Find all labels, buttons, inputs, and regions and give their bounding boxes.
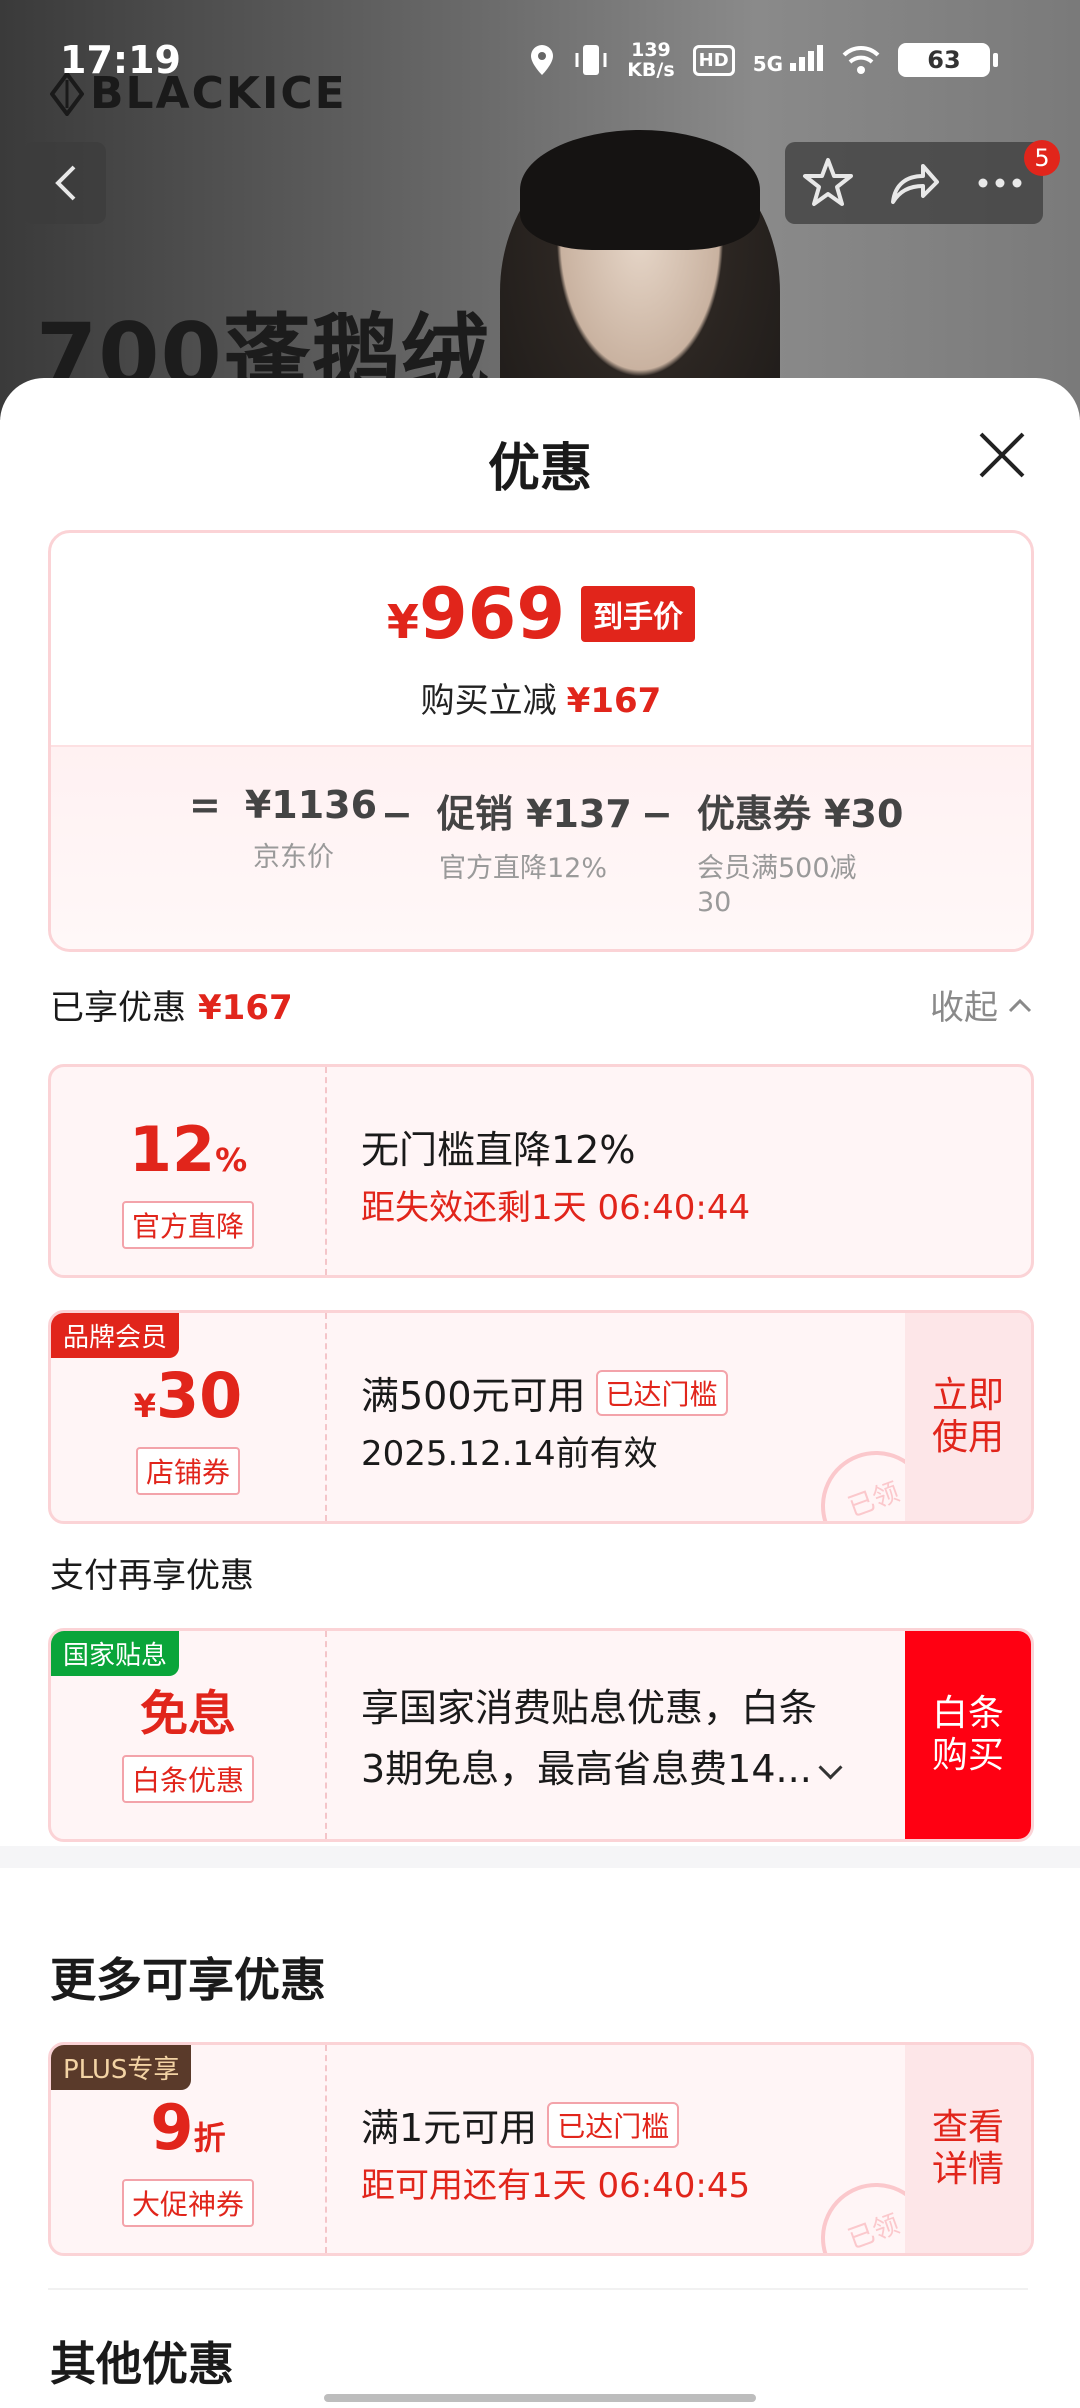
coupon-title: 享国家消费贴息优惠，白条	[361, 1686, 818, 1730]
coupon-type-label: 白条优惠	[121, 1755, 254, 1803]
coupon-store: 品牌会员 ¥30 店铺券 满500元可用 已达门槛 2025.12.14前有效 已…	[48, 1310, 1034, 1524]
final-price-row: ¥969 到手价	[51, 573, 1031, 655]
coupon-value: ¥30	[133, 1359, 243, 1432]
sheet-title: 优惠	[487, 439, 592, 499]
coupon-baitiao: 国家贴息 免息 白条优惠 享国家消费贴息优惠，白条 3期免息，最高省息费14..…	[48, 1628, 1034, 1842]
coupon-official-discount: 12% 官方直降 无门槛直降12% 距失效还剩1天 06:40:44	[48, 1064, 1034, 1278]
status-time: 17:19	[60, 38, 181, 82]
net-speed: 139 KB/s	[627, 39, 675, 81]
calc-jd-price: = ¥1136 京东价	[189, 783, 378, 873]
enjoyed-header: 已享优惠 ¥167	[50, 988, 293, 1028]
coupon-plus: PLUS专享 9折 大促神券 满1元可用 已达门槛 距可用还有1天 06:40:4…	[48, 2042, 1034, 2256]
more-icon[interactable]	[973, 156, 1027, 210]
threshold-badge: 已达门槛	[547, 2101, 680, 2148]
pay-section-title: 支付再享优惠	[50, 1556, 254, 1596]
signal-icon	[790, 44, 823, 71]
chevron-down-icon	[818, 1755, 843, 1780]
battery-indicator: 63	[898, 43, 998, 77]
price-summary-card: ¥969 到手价 购买立减 ¥167 = ¥1136 京东价 − 促销 ¥137 官方…	[48, 530, 1034, 952]
coupon-title: 满1元可用 已达门槛	[361, 2097, 921, 2152]
view-details-button[interactable]: 查看详情	[905, 2045, 1031, 2253]
location-icon	[531, 45, 554, 75]
divider	[48, 2288, 1028, 2290]
coupon-value: 9折	[150, 2091, 226, 2164]
chevron-left-icon	[55, 165, 76, 201]
hd-icon: HD	[692, 44, 735, 76]
discount-sheet: 优惠 ¥969 到手价 购买立减 ¥167 = ¥1136 京东价 − 促销 ¥137…	[0, 378, 1080, 2408]
star-icon[interactable]	[801, 156, 855, 210]
calc-coupon: − 优惠券 ¥30 会员满500减30	[641, 792, 904, 918]
network-type: 5G	[753, 44, 824, 76]
coupon-type-label: 大促神券	[121, 2179, 254, 2227]
coupon-title: 无门槛直降12%	[361, 1128, 636, 1172]
chevron-up-icon	[1008, 998, 1032, 1012]
final-price: ¥969	[386, 573, 566, 655]
wifi-icon	[842, 45, 880, 74]
coupon-value: 免息	[139, 1686, 236, 1742]
home-indicator[interactable]	[324, 2394, 756, 2402]
coupon-type-label: 店铺券	[135, 1447, 240, 1495]
use-now-button[interactable]: 立即使用	[905, 1313, 1031, 1521]
model-hair	[520, 130, 760, 250]
baitiao-buy-button[interactable]: 白条购买	[905, 1631, 1031, 1839]
collapse-toggle[interactable]: 收起	[930, 980, 1032, 1029]
more-section-title: 更多可享优惠	[50, 1953, 326, 2007]
section-divider	[0, 1846, 1080, 1868]
top-action-group	[785, 142, 1043, 224]
reduce-row: 购买立减 ¥167	[420, 681, 662, 721]
calc-promotion: − 促销 ¥137 官方直降12%	[381, 792, 632, 884]
back-button[interactable]	[24, 142, 106, 224]
share-icon[interactable]	[887, 156, 941, 210]
coupon-title: 满500元可用 已达门槛	[361, 1365, 921, 1420]
coupon-desc[interactable]: 3期免息，最高省息费14...	[361, 1738, 921, 1793]
vibrate-icon	[575, 45, 607, 75]
final-price-tag: 到手价	[581, 586, 696, 642]
status-bar: 17:19 139 KB/s HD 5G 63	[0, 0, 1080, 120]
status-icons: 139 KB/s HD 5G 63	[529, 39, 998, 81]
notification-badge: 5	[1024, 140, 1060, 176]
coupon-type-label: 官方直降	[121, 1201, 254, 1249]
close-icon[interactable]	[975, 428, 1029, 482]
threshold-badge: 已达门槛	[595, 1369, 728, 1416]
coupon-countdown: 距失效还剩1天 06:40:44	[361, 1188, 751, 1228]
coupon-value: 12%	[128, 1113, 248, 1186]
other-section-title: 其他优惠	[50, 2337, 234, 2391]
